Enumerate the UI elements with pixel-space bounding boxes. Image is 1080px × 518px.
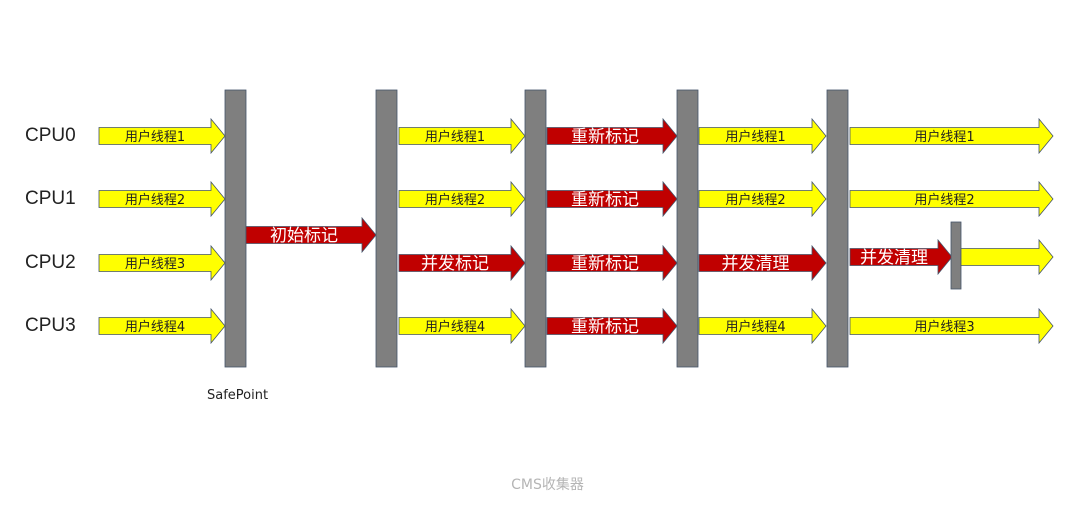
barrier-bar-2 [524, 89, 547, 368]
phase5-arrow-cpu1-label: 用户线程2 [914, 192, 974, 208]
barrier-bar-1 [375, 89, 398, 368]
remark-arrow-cpu2-label: 重新标记 [571, 254, 639, 274]
phase4-arrow-cpu3-label: 用户线程4 [725, 319, 785, 335]
remark-arrow-cpu3-label: 重新标记 [571, 317, 639, 337]
phase5-sweep-arrow-cpu2-label: 并发清理 [860, 248, 928, 268]
safepoint-bar [224, 89, 247, 368]
phase5-arrow-cpu0-label: 用户线程1 [914, 129, 974, 145]
remark-arrow-cpu1-label: 重新标记 [571, 190, 639, 210]
phase2-arrow-cpu1-label: 用户线程2 [425, 192, 485, 208]
phase0-arrow-cpu0-label: 用户线程1 [125, 129, 185, 145]
barrier-bar-3 [676, 89, 699, 368]
phase2-arrow-cpu0-label: 用户线程1 [425, 129, 485, 145]
phase0-arrow-cpu2-label: 用户线程3 [125, 256, 185, 272]
phase4-arrow-cpu1-label: 用户线程2 [725, 192, 785, 208]
phase4-arrow-cpu0-label: 用户线程1 [725, 129, 785, 145]
phase0-arrow-cpu1-label: 用户线程2 [125, 192, 185, 208]
barrier-bar-4 [826, 89, 849, 368]
phase2-arrow-cpu2-label: 并发标记 [421, 254, 489, 274]
phase0-arrow-cpu3-label: 用户线程4 [125, 319, 185, 335]
phase5-arrow-cpu2-resume [960, 238, 1054, 276]
diagram-caption: CMS收集器 [511, 477, 584, 493]
sweep-end-bar [950, 221, 962, 290]
phase2-arrow-cpu3-label: 用户线程4 [425, 319, 485, 335]
initial-mark-arrow-label: 初始标记 [270, 226, 338, 246]
remark-arrow-cpu0-label: 重新标记 [571, 127, 639, 147]
phase5-arrow-cpu3-label: 用户线程3 [914, 319, 974, 335]
cms-collector-diagram: CPU0 CPU1 CPU2 CPU3 用户线程1 用户线程2 用户线程3 用户线程4… [0, 0, 1080, 518]
phase4-arrow-cpu2-label: 并发清理 [722, 254, 790, 274]
timeline-svg: 用户线程1用户线程2用户线程3用户线程4初始标记用户线程1用户线程2并发标记用户… [98, 89, 1054, 368]
safepoint-label: SafePoint [207, 388, 269, 403]
